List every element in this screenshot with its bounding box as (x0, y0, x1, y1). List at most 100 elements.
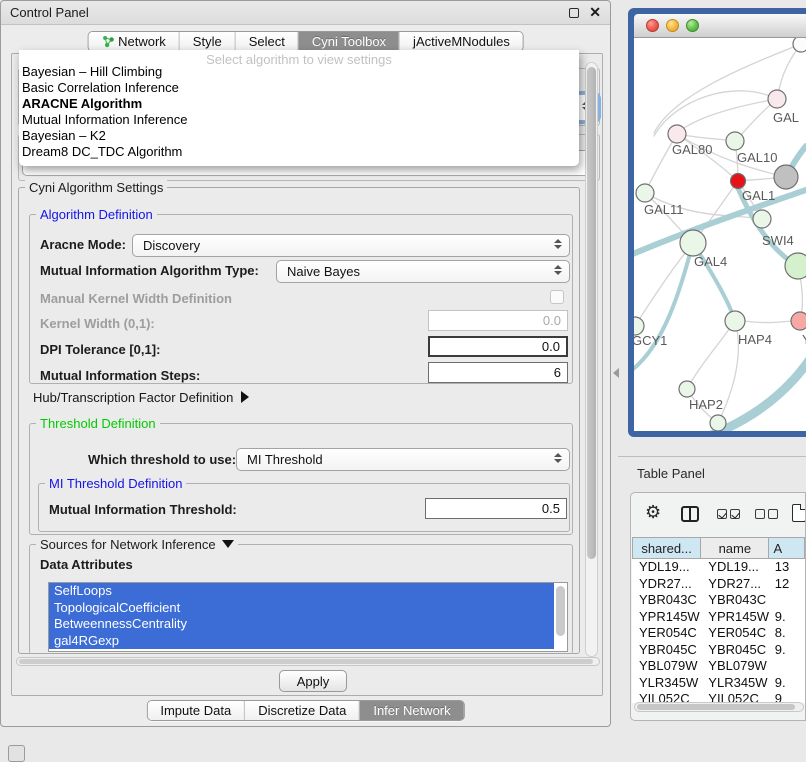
network-node-gal11[interactable] (636, 184, 654, 202)
attribute-item-betweennesscentrality[interactable]: BetweennessCentrality (49, 616, 554, 633)
which-threshold-select[interactable]: MI Threshold (236, 448, 570, 471)
settings-vertical-scrollbar[interactable] (585, 62, 598, 657)
network-node-hap2[interactable] (679, 381, 695, 397)
table-cell[interactable]: YBR045C (632, 642, 701, 659)
mi-steps-field[interactable]: 6 (428, 362, 568, 383)
algorithm-option-aracne-algorithm[interactable]: ARACNE Algorithm (19, 96, 579, 112)
network-node-y[interactable] (791, 312, 806, 330)
network-node-gal10[interactable] (726, 132, 744, 150)
table-row[interactable]: YDL19...YDL19...13 (632, 559, 805, 576)
table-horizontal-scrollbar[interactable] (634, 702, 804, 712)
table-row[interactable]: YDR27...YDR27...12 (632, 576, 805, 593)
table-cell[interactable]: 9. (770, 675, 805, 692)
apply-button[interactable]: Apply (279, 670, 347, 692)
corner-panel-button[interactable] (8, 745, 25, 762)
select-all-icon[interactable] (717, 509, 740, 519)
table-cell[interactable]: 13 (770, 559, 805, 576)
scrollbar-thumb[interactable] (19, 659, 593, 664)
network-edge[interactable] (677, 99, 777, 134)
network-graph[interactable]: GALGAL80GAL10GAL1GAL11SWI4GAL4GCY1HAP4YH… (634, 38, 806, 431)
table-panel-divider[interactable] (618, 456, 806, 457)
table-row[interactable]: YBL079WYBL079W (632, 658, 805, 675)
scrollbar-thumb[interactable] (587, 67, 596, 559)
network-node[interactable] (774, 165, 798, 189)
deselect-all-icon[interactable] (755, 509, 778, 519)
expand-right-icon[interactable] (241, 391, 249, 403)
table-cell[interactable]: YLR345W (632, 675, 701, 692)
gear-icon[interactable]: ⚙ (645, 502, 661, 523)
table-cell[interactable]: YDL19... (632, 559, 701, 576)
aracne-mode-select[interactable]: Discovery (132, 234, 570, 257)
float-icon[interactable] (569, 8, 579, 18)
column-header-shared[interactable]: shared... (632, 537, 701, 559)
network-node-swi4[interactable] (753, 210, 771, 228)
algorithm-option-basic-correlation-inference[interactable]: Basic Correlation Inference (19, 80, 579, 96)
minimize-traffic-light-icon[interactable] (666, 19, 679, 32)
dpi-tolerance-field[interactable]: 0.0 (428, 336, 568, 357)
table-row[interactable]: YPR145WYPR145W9. (632, 609, 805, 626)
table-cell[interactable]: YPR145W (701, 609, 769, 626)
table-cell[interactable] (770, 658, 805, 675)
tab-cyni-toolbox[interactable]: Cyni Toolbox (298, 32, 399, 51)
table-cell[interactable]: YBL079W (701, 658, 769, 675)
network-canvas[interactable]: GALGAL80GAL10GAL1GAL11SWI4GAL4GCY1HAP4YH… (634, 38, 806, 431)
tab-select[interactable]: Select (235, 32, 298, 51)
network-edge[interactable] (687, 321, 735, 389)
attribute-item-topologicalcoefficient[interactable]: TopologicalCoefficient (49, 600, 554, 617)
hub-section-toggle[interactable]: Hub/Transcription Factor Definition (33, 390, 249, 405)
network-node-gal80[interactable] (668, 125, 686, 143)
table-cell[interactable]: YDL19... (701, 559, 769, 576)
mi-threshold-field[interactable]: 0.5 (425, 498, 567, 519)
manual-kernel-width-checkbox[interactable] (550, 290, 564, 304)
algorithm-option-bayesian-k2[interactable]: Bayesian – K2 (19, 128, 579, 144)
table-cell[interactable]: YDR27... (701, 576, 769, 593)
table-cell[interactable]: 9. (770, 609, 805, 626)
close-icon[interactable]: ✕ (589, 4, 601, 21)
tab-style[interactable]: Style (179, 32, 235, 51)
table-cell[interactable]: YBL079W (632, 658, 701, 675)
scrollbar-thumb[interactable] (556, 586, 565, 636)
table-row[interactable]: YLR345WYLR345W9. (632, 675, 805, 692)
network-node[interactable] (710, 415, 726, 431)
network-node-gal4[interactable] (680, 230, 706, 256)
table-cell[interactable]: 9. (770, 642, 805, 659)
tab-jactivemnodules[interactable]: jActiveMNodules (399, 32, 523, 51)
algorithm-option-dream8-dc-tdc-algorithm[interactable]: Dream8 DC_TDC Algorithm (19, 144, 579, 160)
sources-toggle[interactable]: Sources for Network Inference (36, 537, 238, 552)
mi-algorithm-type-select[interactable]: Naive Bayes (276, 260, 570, 283)
network-node-hap4[interactable] (725, 311, 745, 331)
attribute-item-gal4rgexp[interactable]: gal4RGexp (49, 633, 554, 650)
table-cell[interactable]: YBR043C (701, 592, 769, 609)
table-cell[interactable] (770, 592, 805, 609)
tab-infer-network[interactable]: Infer Network (359, 701, 463, 720)
table-cell[interactable]: YER054C (701, 625, 769, 642)
columns-icon[interactable] (681, 506, 699, 522)
close-traffic-light-icon[interactable] (646, 19, 659, 32)
panel-divider-handle[interactable] (613, 368, 619, 378)
table-row[interactable]: YBR045CYBR045C9. (632, 642, 805, 659)
table-cell[interactable]: YBR045C (701, 642, 769, 659)
column-header-name[interactable]: name (701, 537, 769, 559)
table-cell[interactable]: YBR043C (632, 592, 701, 609)
table-cell[interactable]: YER054C (632, 625, 701, 642)
table-cell[interactable]: YDR27... (632, 576, 701, 593)
zoom-traffic-light-icon[interactable] (686, 19, 699, 32)
kernel-width-field[interactable]: 0.0 (428, 310, 568, 331)
attribute-item-selfloops[interactable]: SelfLoops (49, 583, 554, 600)
tab-impute-data[interactable]: Impute Data (147, 701, 244, 720)
network-edge[interactable] (744, 321, 792, 323)
column-header-a[interactable]: A (769, 537, 805, 559)
network-edge[interactable] (634, 243, 693, 373)
document-icon[interactable] (792, 504, 806, 522)
network-edge[interactable] (635, 243, 693, 326)
tab-discretize-data[interactable]: Discretize Data (244, 701, 359, 720)
network-node-gal[interactable] (768, 90, 786, 108)
network-node-gal1[interactable] (731, 174, 746, 189)
algorithm-option-mutual-information-inference[interactable]: Mutual Information Inference (19, 112, 579, 128)
network-node[interactable] (793, 38, 806, 52)
settings-horizontal-scrollbar[interactable] (16, 657, 600, 666)
scrollbar-thumb[interactable] (637, 704, 795, 710)
network-edge[interactable] (692, 356, 806, 431)
table-cell[interactable]: 12 (770, 576, 805, 593)
table-cell[interactable]: YLR345W (701, 675, 769, 692)
